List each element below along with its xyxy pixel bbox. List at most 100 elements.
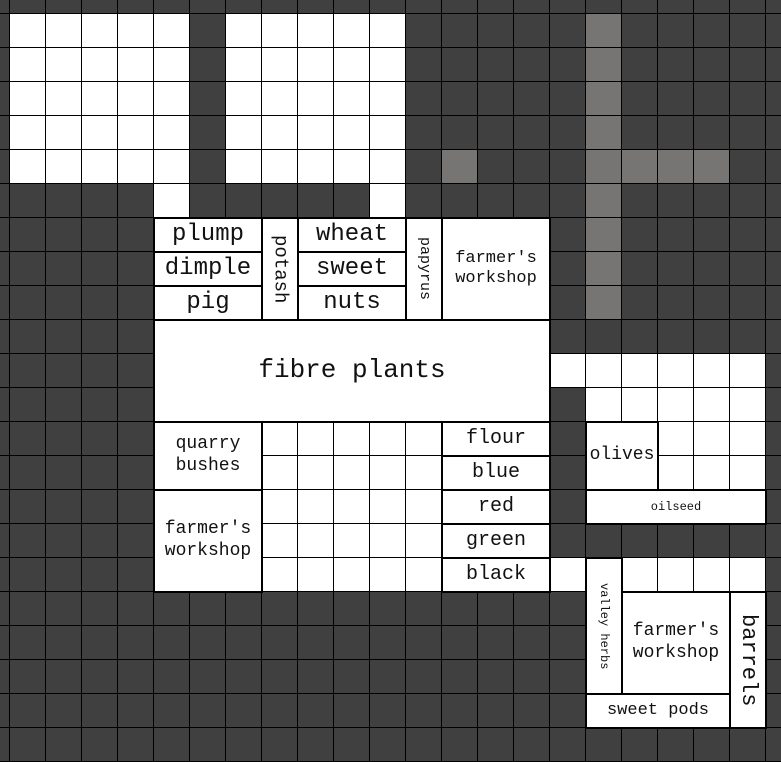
tile-marked[interactable] <box>585 81 622 116</box>
tile-empty[interactable] <box>693 183 730 218</box>
tile-empty[interactable] <box>549 81 586 116</box>
tile-open[interactable] <box>693 387 730 422</box>
tile-empty[interactable] <box>513 659 550 694</box>
tile-open[interactable] <box>9 13 46 48</box>
tile-empty[interactable] <box>765 557 781 592</box>
zone-barrels[interactable]: barrels <box>729 591 767 729</box>
tile-empty[interactable] <box>549 285 586 320</box>
zone-blue[interactable]: blue <box>441 455 551 491</box>
tile-empty[interactable] <box>117 557 154 592</box>
tile-empty[interactable] <box>261 183 298 218</box>
tile-empty[interactable] <box>549 727 586 762</box>
tile-open[interactable] <box>297 115 334 150</box>
tile-empty[interactable] <box>765 693 781 728</box>
tile-empty[interactable] <box>765 591 781 626</box>
tile-empty[interactable] <box>765 625 781 660</box>
tile-empty[interactable] <box>225 591 262 626</box>
tile-empty[interactable] <box>729 13 766 48</box>
tile-empty[interactable] <box>9 591 46 626</box>
tile-empty[interactable] <box>9 421 46 456</box>
tile-empty[interactable] <box>261 591 298 626</box>
tile-empty[interactable] <box>333 591 370 626</box>
tile-open[interactable] <box>333 523 370 558</box>
tile-open[interactable] <box>225 115 262 150</box>
tile-empty[interactable] <box>9 387 46 422</box>
tile-empty[interactable] <box>765 217 781 252</box>
tile-open[interactable] <box>405 489 442 524</box>
zone-sweet[interactable]: sweet <box>297 251 407 287</box>
tile-open[interactable] <box>729 353 766 388</box>
tile-empty[interactable] <box>549 421 586 456</box>
tile-empty[interactable] <box>621 47 658 82</box>
tile-empty[interactable] <box>621 251 658 286</box>
tile-empty[interactable] <box>45 251 82 286</box>
tile-empty[interactable] <box>405 727 442 762</box>
tile-empty[interactable] <box>225 727 262 762</box>
tile-empty[interactable] <box>621 13 658 48</box>
tile-open[interactable] <box>81 149 118 184</box>
tile-empty[interactable] <box>333 693 370 728</box>
tile-empty[interactable] <box>225 693 262 728</box>
tile-open[interactable] <box>333 13 370 48</box>
tile-empty[interactable] <box>729 523 766 558</box>
zone-farmers-workshop-1[interactable]: farmer's workshop <box>441 217 551 321</box>
tile-marked[interactable] <box>657 149 694 184</box>
tile-empty[interactable] <box>477 727 514 762</box>
tile-empty[interactable] <box>9 353 46 388</box>
tile-empty[interactable] <box>693 217 730 252</box>
tile-empty[interactable] <box>513 625 550 660</box>
tile-empty[interactable] <box>513 693 550 728</box>
tile-empty[interactable] <box>477 115 514 150</box>
tile-empty[interactable] <box>45 659 82 694</box>
tile-empty[interactable] <box>45 421 82 456</box>
tile-empty[interactable] <box>549 217 586 252</box>
tile-open[interactable] <box>45 115 82 150</box>
tile-empty[interactable] <box>117 217 154 252</box>
tile-empty[interactable] <box>549 149 586 184</box>
zone-black[interactable]: black <box>441 557 551 593</box>
tile-empty[interactable] <box>81 387 118 422</box>
tile-open[interactable] <box>333 421 370 456</box>
tile-empty[interactable] <box>117 353 154 388</box>
tile-empty[interactable] <box>441 693 478 728</box>
tile-empty[interactable] <box>765 285 781 320</box>
tile-empty[interactable] <box>405 693 442 728</box>
tile-open[interactable] <box>9 115 46 150</box>
tile-open[interactable] <box>405 421 442 456</box>
tile-empty[interactable] <box>405 659 442 694</box>
zone-nuts[interactable]: nuts <box>297 285 407 321</box>
tile-empty[interactable] <box>369 727 406 762</box>
tile-empty[interactable] <box>729 47 766 82</box>
tile-empty[interactable] <box>441 13 478 48</box>
tile-empty[interactable] <box>189 693 226 728</box>
tile-empty[interactable] <box>549 625 586 660</box>
tile-empty[interactable] <box>153 0 190 14</box>
tile-empty[interactable] <box>81 727 118 762</box>
tile-empty[interactable] <box>765 727 781 762</box>
tile-open[interactable] <box>369 421 406 456</box>
tile-empty[interactable] <box>225 659 262 694</box>
tile-open[interactable] <box>261 421 298 456</box>
tile-open[interactable] <box>657 557 694 592</box>
tile-open[interactable] <box>153 47 190 82</box>
tile-open[interactable] <box>585 353 622 388</box>
tile-empty[interactable] <box>585 727 622 762</box>
tile-empty[interactable] <box>765 81 781 116</box>
tile-empty[interactable] <box>117 523 154 558</box>
tile-open[interactable] <box>369 47 406 82</box>
tile-empty[interactable] <box>9 557 46 592</box>
tile-empty[interactable] <box>441 115 478 150</box>
tile-empty[interactable] <box>117 455 154 490</box>
tile-open[interactable] <box>657 421 694 456</box>
tile-open[interactable] <box>369 115 406 150</box>
zone-oilseed[interactable]: oilseed <box>585 489 767 525</box>
tile-empty[interactable] <box>45 591 82 626</box>
tile-empty[interactable] <box>549 489 586 524</box>
tile-open[interactable] <box>621 387 658 422</box>
tile-open[interactable] <box>117 115 154 150</box>
tile-empty[interactable] <box>9 693 46 728</box>
tile-empty[interactable] <box>81 693 118 728</box>
tile-empty[interactable] <box>657 81 694 116</box>
tile-open[interactable] <box>261 81 298 116</box>
tile-empty[interactable] <box>513 727 550 762</box>
